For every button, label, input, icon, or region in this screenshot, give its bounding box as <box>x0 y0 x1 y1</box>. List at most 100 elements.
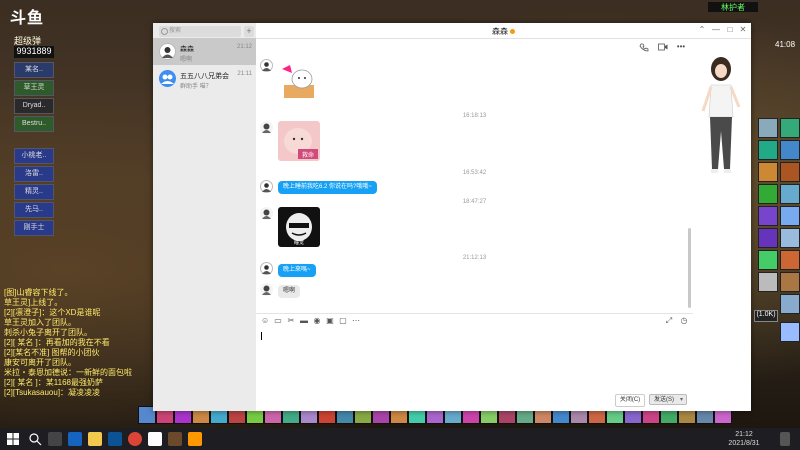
add-button[interactable]: + <box>244 26 254 37</box>
windows-taskbar: 21:12 2021/8/31 <box>0 428 800 450</box>
skill-slot-icon[interactable] <box>780 294 800 314</box>
game-timer: 41:08 <box>775 40 796 49</box>
contact-name: 五五八八兄弟会 <box>180 73 229 80</box>
chat-line: [2][凛澄子]：这个XD是谁呢 <box>4 308 101 317</box>
raid-frame[interactable]: Dryad.. <box>14 98 54 114</box>
voice-icon[interactable]: ◉ <box>313 317 321 325</box>
game-icon[interactable] <box>168 432 182 446</box>
skill-slot-icon[interactable] <box>758 162 778 182</box>
file-explorer-icon[interactable] <box>88 432 102 446</box>
message-input[interactable] <box>256 328 693 388</box>
contact-name: 森森 <box>180 46 194 53</box>
search-icon[interactable] <box>28 432 42 446</box>
image-icon[interactable]: ▣ <box>326 317 334 325</box>
scrollbar[interactable] <box>688 228 691 308</box>
minimize-icon[interactable]: — <box>711 25 721 35</box>
game-score: 9931889 <box>14 46 54 58</box>
screen-share-icon[interactable]: ▢ <box>339 317 347 325</box>
skill-slot-icon[interactable] <box>758 118 778 138</box>
chat-line: 刺杀小兔子离开了团队。 <box>4 328 92 337</box>
skill-slot-icon[interactable] <box>780 206 800 226</box>
status-icon <box>510 29 515 35</box>
chat-line: [2][某名不准] 图帮的小团伙 <box>4 348 100 357</box>
skill-slot-icon[interactable] <box>780 140 800 160</box>
skill-slot-icon[interactable] <box>780 118 800 138</box>
search-input[interactable]: 搜索 <box>159 26 241 37</box>
task-view-icon[interactable] <box>48 432 62 446</box>
avatar <box>260 121 273 134</box>
chat-header: 森森 ⌃ — □ ✕ <box>256 23 751 39</box>
more-tools-icon[interactable]: ⋯ <box>352 317 360 325</box>
raid-frame[interactable]: 某名.. <box>14 62 54 78</box>
sticker-image[interactable]: 救命 <box>278 121 320 161</box>
chat-line: [2][ 某名 ]：某1168最强奶萨 <box>4 378 103 387</box>
close-button[interactable]: 关闭(C) <box>615 394 645 407</box>
contact-last-message: 群助手 喵？ <box>180 84 212 90</box>
contact-item[interactable]: 五五八八兄弟会 群助手 喵？ 21:11 <box>153 65 256 92</box>
raid-frame[interactable]: Bestru.. <box>14 116 54 132</box>
avatar <box>260 207 273 220</box>
emoji-icon[interactable]: ☺ <box>261 317 269 325</box>
message-timestamp: 16:18:13 <box>462 113 487 119</box>
raid-frame[interactable]: 精灵.. <box>14 184 54 200</box>
raid-frame[interactable]: 小桃老.. <box>14 148 54 164</box>
message-bubble[interactable]: 晚上來嗎~ <box>278 264 316 277</box>
game-stat-label: 超级弹 <box>14 36 42 46</box>
message-list[interactable]: 16:18:13 救命 16:53:42 晚上睡前我吃6.2 你说在吗?哦哦~ … <box>256 55 693 311</box>
raid-frame[interactable]: 刚手士 <box>14 220 54 236</box>
chrome-icon[interactable] <box>128 432 142 446</box>
close-icon[interactable]: ✕ <box>738 25 748 35</box>
chat-action-bar: ••• <box>256 39 693 55</box>
chevron-down-icon[interactable]: ▾ <box>680 395 683 406</box>
chat-title: 森森 <box>256 26 751 37</box>
expand-icon[interactable]: ⤢ <box>665 317 673 325</box>
message-bubble[interactable]: 嗯啊 <box>278 285 301 298</box>
steam-icon[interactable] <box>108 432 122 446</box>
contact-item[interactable]: 森森 嗯啊 21:12 <box>153 38 256 65</box>
group-avatar <box>159 70 176 87</box>
raid-frame[interactable]: 先马.. <box>14 202 54 218</box>
search-icon <box>161 28 168 35</box>
skill-slot-icon[interactable] <box>780 272 800 292</box>
contact-show-figure <box>693 55 751 185</box>
app-icon[interactable] <box>68 432 82 446</box>
chat-line: [2][Tsukasauou]：凝凌凌凌 <box>4 388 101 397</box>
gif-icon[interactable]: ▭ <box>274 317 282 325</box>
maximize-icon[interactable]: □ <box>725 25 735 35</box>
skill-slot-icon[interactable] <box>780 250 800 270</box>
notification-icon[interactable] <box>780 432 790 446</box>
qq-icon[interactable] <box>148 432 162 446</box>
chat-line: 米拉・泰恩加德说：一新鲜的面包啦 <box>4 368 132 377</box>
skill-slot-icon[interactable] <box>780 228 800 248</box>
raid-frame[interactable]: 草王灵 <box>14 80 54 96</box>
skill-slot-icon[interactable] <box>780 184 800 204</box>
skill-slot-icon[interactable] <box>758 140 778 160</box>
chat-line: 草王灵加入了团队。 <box>4 318 76 327</box>
skill-slot-icon[interactable] <box>780 322 800 342</box>
more-icon[interactable]: ••• <box>676 43 686 51</box>
windows-start-icon[interactable] <box>6 432 20 446</box>
contact-time: 21:12 <box>236 44 252 50</box>
history-icon[interactable]: ◷ <box>680 317 688 325</box>
scissors-icon[interactable]: ✂ <box>287 317 295 325</box>
voice-call-icon[interactable] <box>639 43 649 52</box>
avatar <box>260 262 273 275</box>
chat-line: 草王灵]上线了。 <box>4 298 63 307</box>
skill-slot-icon[interactable] <box>758 272 778 292</box>
text-caret <box>261 332 262 340</box>
taskbar-clock[interactable]: 21:12 2021/8/31 <box>722 430 766 448</box>
sticker-image[interactable]: 睡觉 <box>278 207 320 247</box>
skill-slot-icon[interactable] <box>758 228 778 248</box>
pin-icon[interactable]: ⌃ <box>697 25 707 35</box>
skill-slot-icon[interactable] <box>758 206 778 226</box>
sticker-image[interactable] <box>278 63 320 101</box>
skill-slot-icon[interactable] <box>758 184 778 204</box>
message-bubble[interactable]: 晚上睡前我吃6.2 你说在吗?哦哦~ <box>278 181 377 194</box>
video-call-icon[interactable] <box>658 43 668 51</box>
folder-icon[interactable]: ▬ <box>300 317 308 325</box>
send-button[interactable]: 发送(S) ▾ <box>649 394 687 405</box>
douyu-icon[interactable] <box>188 432 202 446</box>
skill-slot-icon[interactable] <box>780 162 800 182</box>
skill-slot-icon[interactable] <box>758 250 778 270</box>
raid-frame[interactable]: 洛雷.. <box>14 166 54 182</box>
